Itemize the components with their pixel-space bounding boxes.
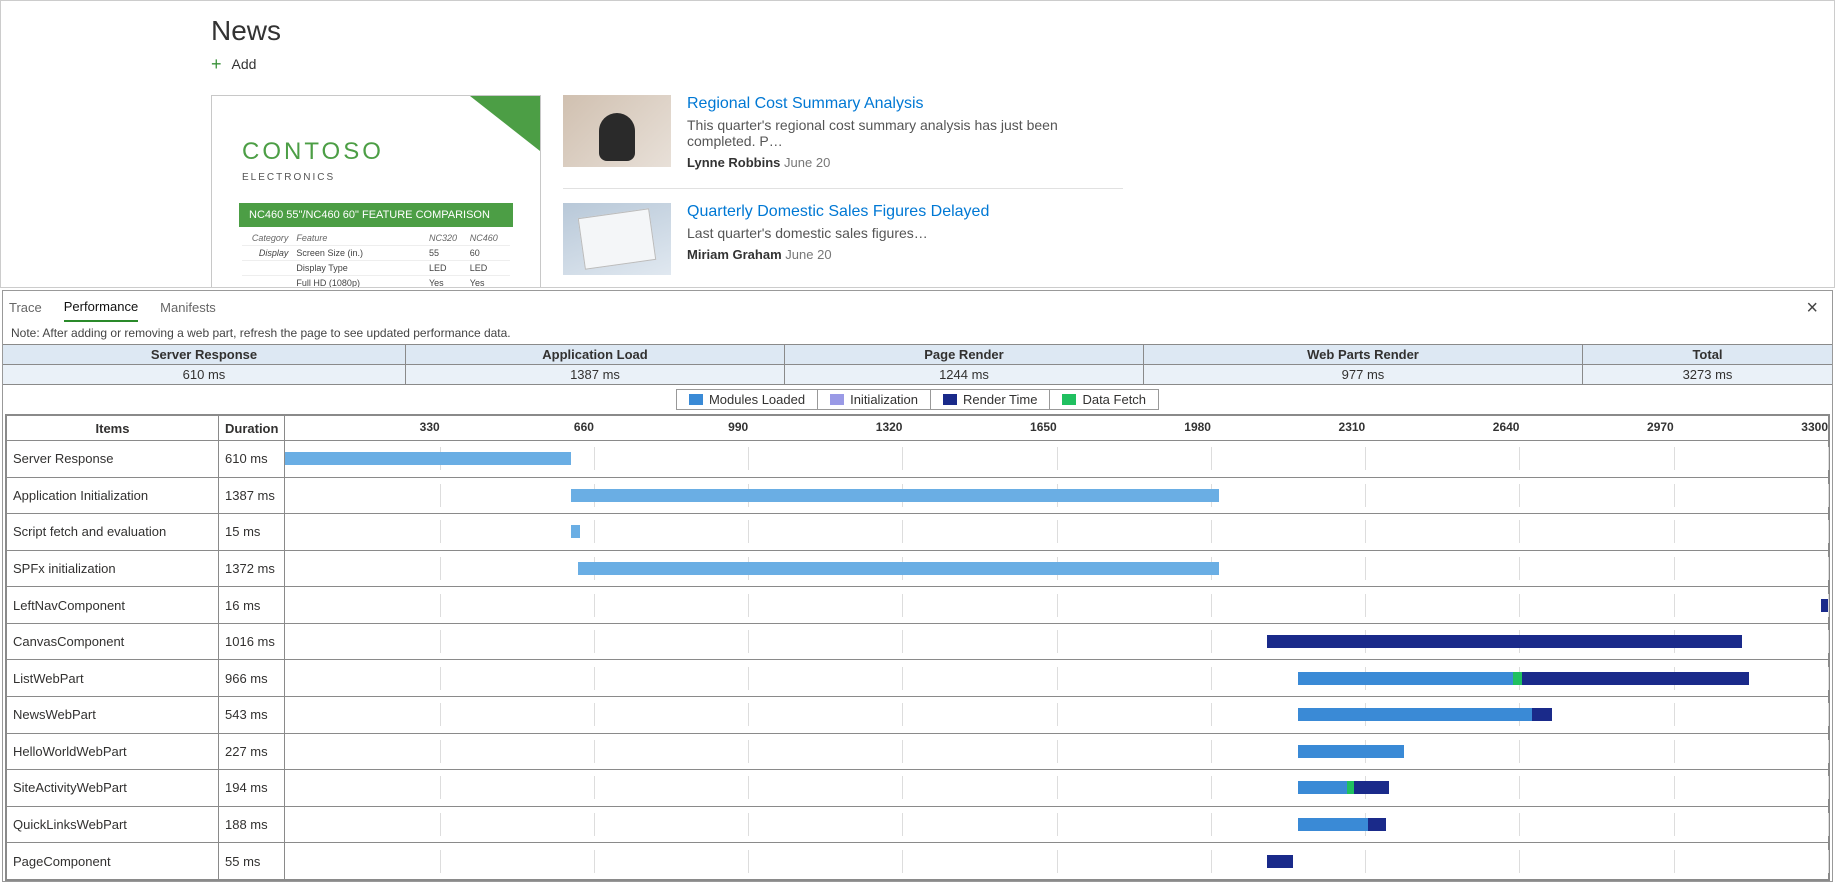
news-side-list: Regional Cost Summary Analysis This quar…	[563, 95, 1123, 288]
perf-item-name: SPFx initialization	[7, 550, 219, 587]
news-summary: Last quarter's domestic sales figures…	[687, 225, 989, 241]
summary-cell: Web Parts Render977 ms	[1144, 345, 1583, 384]
news-item[interactable]: Regional Cost Summary Analysis This quar…	[563, 95, 1123, 189]
perf-item-name: SiteActivityWebPart	[7, 770, 219, 807]
perf-item-duration: 227 ms	[219, 733, 285, 770]
perf-item-duration: 1016 ms	[219, 623, 285, 660]
perf-item-name: QuickLinksWebPart	[7, 806, 219, 843]
dev-tabs: Trace Performance Manifests ×	[3, 291, 1832, 322]
tab-manifests[interactable]: Manifests	[160, 296, 216, 321]
news-page: News + Add CONTOSO ELECTRONICS NC460 55"…	[0, 0, 1835, 288]
corner-decoration	[470, 96, 540, 151]
news-title: Quarterly Domestic Sales Figures Delayed	[687, 203, 989, 221]
perf-item-duration: 610 ms	[219, 441, 285, 478]
col-head-duration: Duration	[219, 416, 285, 441]
news-summary: This quarter's regional cost summary ana…	[687, 117, 1123, 149]
perf-item-name: PageComponent	[7, 843, 219, 880]
plus-icon: +	[211, 55, 222, 73]
page-title: News	[211, 15, 1834, 47]
perf-row: SiteActivityWebPart 194 ms	[7, 770, 1829, 807]
perf-row: Server Response 610 ms	[7, 441, 1829, 478]
summary-row: Server Response610 msApplication Load138…	[3, 344, 1832, 385]
perf-item-bar	[285, 514, 1829, 551]
perf-item-duration: 966 ms	[219, 660, 285, 697]
perf-item-bar	[285, 477, 1829, 514]
legend-row: Modules LoadedInitializationRender TimeD…	[3, 389, 1832, 410]
perf-item-bar	[285, 770, 1829, 807]
feature-banner: NC460 55"/NC460 60" FEATURE COMPARISON	[239, 203, 513, 227]
perf-row: QuickLinksWebPart 188 ms	[7, 806, 1829, 843]
perf-item-bar	[285, 441, 1829, 478]
news-item[interactable]: Quarterly Domestic Sales Figures Delayed…	[563, 203, 1123, 288]
perf-row: Script fetch and evaluation 15 ms	[7, 514, 1829, 551]
news-thumb	[563, 203, 671, 275]
perf-item-name: LeftNavComponent	[7, 587, 219, 624]
dev-note: Note: After adding or removing a web par…	[3, 322, 1832, 344]
perf-item-duration: 1387 ms	[219, 477, 285, 514]
perf-item-duration: 194 ms	[219, 770, 285, 807]
perf-item-duration: 543 ms	[219, 697, 285, 734]
perf-row: LeftNavComponent 16 ms	[7, 587, 1829, 624]
dev-panel: Trace Performance Manifests × Note: After a…	[2, 290, 1833, 882]
perf-row: HelloWorldWebPart 227 ms	[7, 733, 1829, 770]
perf-item-duration: 16 ms	[219, 587, 285, 624]
perf-item-bar	[285, 587, 1829, 624]
perf-item-bar	[285, 660, 1829, 697]
perf-row: SPFx initialization 1372 ms	[7, 550, 1829, 587]
legend-item: Modules Loaded	[677, 390, 818, 409]
perf-item-name: HelloWorldWebPart	[7, 733, 219, 770]
perf-item-bar	[285, 550, 1829, 587]
legend-item: Initialization	[818, 390, 931, 409]
news-title: Regional Cost Summary Analysis	[687, 95, 1123, 113]
col-head-axis: 3306609901320165019802310264029703300	[285, 416, 1829, 441]
perf-item-bar	[285, 697, 1829, 734]
perf-item-duration: 1372 ms	[219, 550, 285, 587]
close-icon[interactable]: ×	[1798, 297, 1826, 320]
summary-cell: Application Load1387 ms	[406, 345, 785, 384]
perf-item-duration: 188 ms	[219, 806, 285, 843]
perf-item-bar	[285, 733, 1829, 770]
perf-item-duration: 55 ms	[219, 843, 285, 880]
news-columns: CONTOSO ELECTRONICS NC460 55"/NC460 60" …	[211, 95, 1834, 288]
feature-card[interactable]: CONTOSO ELECTRONICS NC460 55"/NC460 60" …	[211, 95, 541, 288]
perf-item-duration: 15 ms	[219, 514, 285, 551]
news-thumb	[563, 95, 671, 167]
summary-cell: Page Render1244 ms	[785, 345, 1144, 384]
perf-chart: Items Duration 3306609901320165019802310…	[5, 414, 1830, 881]
perf-row: ListWebPart 966 ms	[7, 660, 1829, 697]
perf-item-name: ListWebPart	[7, 660, 219, 697]
perf-item-name: Server Response	[7, 441, 219, 478]
news-meta: Miriam Graham June 20	[687, 247, 989, 262]
perf-row: NewsWebPart 543 ms	[7, 697, 1829, 734]
perf-item-bar	[285, 843, 1829, 880]
add-button[interactable]: + Add	[211, 55, 1834, 73]
legend-item: Render Time	[931, 390, 1050, 409]
perf-item-bar	[285, 806, 1829, 843]
spec-table: Category Feature NC320 NC460 DisplayScre…	[242, 231, 510, 288]
perf-item-name: NewsWebPart	[7, 697, 219, 734]
tab-trace[interactable]: Trace	[9, 296, 42, 321]
col-head-items: Items	[7, 416, 219, 441]
perf-item-name: Script fetch and evaluation	[7, 514, 219, 551]
tab-performance[interactable]: Performance	[64, 295, 138, 322]
perf-item-bar	[285, 623, 1829, 660]
perf-item-name: Application Initialization	[7, 477, 219, 514]
perf-row: CanvasComponent 1016 ms	[7, 623, 1829, 660]
news-meta: Lynne Robbins June 20	[687, 155, 1123, 170]
summary-cell: Server Response610 ms	[3, 345, 406, 384]
summary-cell: Total3273 ms	[1583, 345, 1832, 384]
add-label: Add	[232, 56, 257, 72]
perf-row: PageComponent 55 ms	[7, 843, 1829, 880]
legend-item: Data Fetch	[1050, 390, 1158, 409]
perf-row: Application Initialization 1387 ms	[7, 477, 1829, 514]
feature-subtitle: ELECTRONICS	[242, 172, 510, 183]
perf-item-name: CanvasComponent	[7, 623, 219, 660]
